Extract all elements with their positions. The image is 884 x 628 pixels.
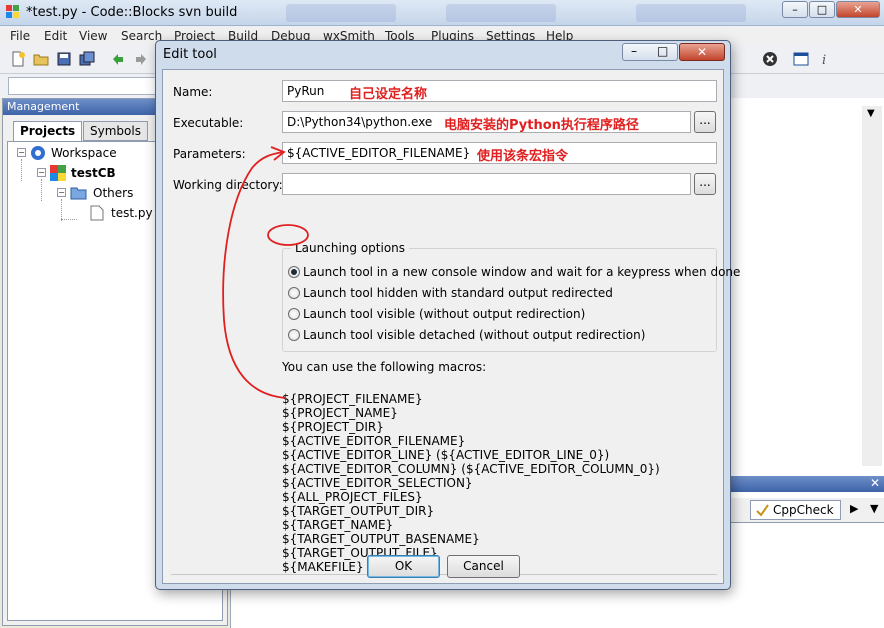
dialog-body: Name: PyRun 自己设定名称 Executable: D:\Python… xyxy=(162,69,740,584)
logs-body xyxy=(730,522,884,628)
tree-label-project: testCB xyxy=(71,166,116,180)
macro-line: ${ALL_PROJECT_FILES} xyxy=(282,490,423,504)
tab-scroll-right-icon[interactable]: ▶ xyxy=(850,502,858,515)
macro-line: ${TARGET_OUTPUT_BASENAME} xyxy=(282,532,480,546)
dialog-minmax-buttons: – □ xyxy=(622,43,678,61)
cancel-button[interactable]: Cancel xyxy=(447,555,520,578)
edit-tool-dialog: Edit tool – □ ✕ Name: PyRun 自己设定名称 Execu… xyxy=(155,40,740,590)
redo-icon[interactable] xyxy=(133,51,149,67)
collapse-icon[interactable]: − xyxy=(57,188,66,197)
logs-header: ✕ xyxy=(730,476,884,492)
tab-cppcheck[interactable]: CppCheck xyxy=(750,500,841,520)
project-icon xyxy=(50,165,66,181)
window-titlebar: *test.py - Code::Blocks svn build – □ ✕ xyxy=(0,0,884,26)
tree-label-workspace: Workspace xyxy=(51,146,117,160)
abort-icon[interactable] xyxy=(762,51,778,67)
undo-icon[interactable] xyxy=(110,51,126,67)
annotation-parameters-note: 使用该条宏指令 xyxy=(477,149,569,164)
collapse-icon[interactable]: − xyxy=(17,148,26,157)
editor-scrollbar[interactable]: ▼ xyxy=(862,106,882,466)
annotation-executable-note: 电脑安装的Python执行程序路径 xyxy=(444,118,639,133)
tab-symbols[interactable]: Symbols xyxy=(83,121,148,141)
macro-line: ${PROJECT_NAME} xyxy=(282,406,398,420)
workdir-browse-button[interactable]: ... xyxy=(694,173,716,195)
name-label: Name: xyxy=(173,85,213,99)
macro-line: ${TARGET_NAME} xyxy=(282,518,394,532)
workdir-field[interactable] xyxy=(282,173,691,195)
name-field[interactable]: PyRun xyxy=(282,80,717,102)
workdir-label: Working directory: xyxy=(173,178,283,192)
cppcheck-icon xyxy=(756,504,769,517)
tree-label-file: test.py xyxy=(111,206,153,220)
radio-icon[interactable] xyxy=(288,308,300,320)
chevron-down-icon[interactable]: ▼ xyxy=(867,108,875,119)
info-icon[interactable]: i xyxy=(818,51,834,67)
radio-selected-icon[interactable] xyxy=(288,266,300,278)
radio-label: Launch tool hidden with standard output … xyxy=(303,286,613,300)
close-icon[interactable]: ✕ xyxy=(679,43,725,61)
macro-line: ${ACTIVE_EDITOR_FILENAME} xyxy=(282,434,466,448)
logs-tab-strip: CppCheck ▶ ▼ xyxy=(730,498,884,522)
codeblocks-app-icon xyxy=(6,5,20,19)
annotation-name-note: 自己设定名称 xyxy=(349,87,428,102)
menu-view[interactable]: View xyxy=(79,29,107,43)
tree-line xyxy=(41,179,42,201)
file-icon xyxy=(90,205,104,221)
dialog-title: Edit tool xyxy=(163,47,217,62)
macro-line: ${PROJECT_FILENAME} xyxy=(282,392,423,406)
window-title: *test.py - Code::Blocks svn build xyxy=(26,5,238,20)
macro-line: ${ACTIVE_EDITOR_SELECTION} xyxy=(282,476,473,490)
dialog-separator xyxy=(171,574,717,575)
tab-cppcheck-label: CppCheck xyxy=(773,503,834,517)
taskbar-ghost xyxy=(286,4,396,22)
tree-line xyxy=(21,159,22,181)
radio-label: Launch tool visible (without output redi… xyxy=(303,307,586,321)
new-file-icon[interactable] xyxy=(10,51,26,67)
save-all-icon[interactable] xyxy=(79,51,95,67)
folder-open-icon xyxy=(70,187,87,200)
minimize-icon[interactable]: – xyxy=(782,1,808,18)
close-icon[interactable]: ✕ xyxy=(836,1,880,18)
close-icon[interactable]: ✕ xyxy=(870,476,880,490)
executable-label: Executable: xyxy=(173,116,244,130)
macro-line: ${TARGET_OUTPUT_DIR} xyxy=(282,504,435,518)
radio-label: Launch tool in a new console window and … xyxy=(303,265,741,279)
menu-edit[interactable]: Edit xyxy=(44,29,67,43)
window-icon[interactable] xyxy=(793,51,809,67)
save-icon[interactable] xyxy=(56,51,72,67)
radio-icon[interactable] xyxy=(288,329,300,341)
radio-label: Launch tool visible detached (without ou… xyxy=(303,328,646,342)
collapse-icon[interactable]: − xyxy=(37,168,46,177)
maximize-icon[interactable]: □ xyxy=(657,44,668,58)
macros-intro: You can use the following macros: xyxy=(282,360,487,374)
svg-text:i: i xyxy=(822,53,826,67)
menu-file[interactable]: File xyxy=(10,29,30,43)
launching-options-group: Launching options Launch tool in a new c… xyxy=(282,241,740,352)
executable-browse-button[interactable]: ... xyxy=(694,111,716,133)
parameters-label: Parameters: xyxy=(173,147,246,161)
macro-line: ${MAKEFILE} xyxy=(282,560,364,574)
tab-projects[interactable]: Projects xyxy=(13,121,83,142)
macro-line: ${ACTIVE_EDITOR_COLUMN} (${ACTIVE_EDITOR… xyxy=(282,462,660,476)
minimize-icon[interactable]: – xyxy=(631,44,637,58)
macro-line: ${PROJECT_DIR} xyxy=(282,420,384,434)
maximize-icon[interactable]: □ xyxy=(809,1,835,18)
tree-line xyxy=(61,199,62,221)
taskbar-ghost xyxy=(636,4,746,22)
macro-line: ${ACTIVE_EDITOR_LINE} (${ACTIVE_EDITOR_L… xyxy=(282,448,610,462)
launching-options-title: Launching options xyxy=(291,241,410,255)
tab-menu-icon[interactable]: ▼ xyxy=(870,502,878,515)
workspace-icon xyxy=(31,146,45,160)
toolbar-combo[interactable] xyxy=(8,77,158,95)
tree-label-folder: Others xyxy=(93,186,134,200)
taskbar-ghost xyxy=(446,4,556,22)
radio-icon[interactable] xyxy=(288,287,300,299)
ok-button[interactable]: OK xyxy=(367,555,440,578)
open-folder-icon[interactable] xyxy=(33,51,49,67)
